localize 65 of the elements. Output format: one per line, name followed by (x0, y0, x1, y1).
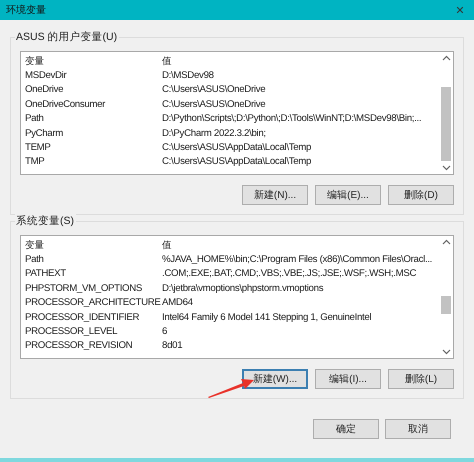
variable-name: PROCESSOR_LEVEL (24, 326, 118, 338)
variable-value: D:\PyCharm 2022.3.2\bin; (162, 128, 266, 139)
variable-row[interactable]: PROCESSOR_IDENTIFIER Intel64 Family 6 Model 141 Stepping 1, GenuineIntel (21, 310, 439, 324)
variable-value: D:\MSDev98 (162, 70, 214, 82)
variable-value: 6 (162, 326, 168, 338)
scroll-thumb[interactable] (441, 296, 451, 314)
variable-value: 8d01 (162, 340, 182, 352)
close-button[interactable]: ✕ (446, 0, 474, 20)
variable-value: C:\Users\ASUS\AppData\Local\Temp (162, 156, 312, 168)
variable-value: C:\Users\ASUS\OneDrive (162, 98, 266, 110)
variable-row[interactable]: PATHEXT .COM;.EXE;.BAT;.CMD;.VBS;.VBE;.JS;.JSE;.WSF;.WSH;.MSC (21, 266, 439, 282)
dialog-button[interactable]: 编辑(E)... (315, 185, 381, 205)
dialog-button[interactable]: 确定 (313, 419, 379, 439)
scroll-down-icon[interactable] (442, 349, 450, 355)
variable-name: PROCESSOR_IDENTIFIER (24, 312, 140, 323)
variable-value: D:\jetbra\vmoptions\phpstorm.vmoptions (162, 282, 324, 294)
variable-value: %JAVA_HOME%\bin;C:\Program Files (x86)\Common Files\Oracl... (162, 254, 432, 266)
variable-row[interactable]: PROCESSOR_LEVEL 6 (21, 324, 439, 339)
dialog-button[interactable]: 取消 (385, 419, 451, 439)
variable-name: PHPSTORM_VM_OPTIONS (24, 282, 143, 294)
variable-value: C:\Users\ASUS\OneDrive (162, 84, 266, 96)
arrow-annotation (207, 377, 255, 399)
dialog-button[interactable]: 编辑(I)... (315, 369, 381, 389)
scroll-up-icon[interactable] (442, 55, 450, 61)
dialog-button[interactable]: 删除(L) (388, 369, 454, 389)
variable-value: C:\Users\ASUS\AppData\Local\Temp (162, 142, 312, 154)
variable-row[interactable]: PROCESSOR_ARCHITECTUREAMD64 (21, 296, 439, 310)
variable-row[interactable]: TMP C:\Users\ASUS\AppData\Local\Temp (21, 154, 439, 170)
variable-row[interactable]: PROCESSOR_REVISION 8d01 (21, 338, 439, 354)
dialog-button[interactable]: 新建(W)... (242, 369, 308, 389)
variable-name: Path (24, 113, 45, 124)
variable-row[interactable]: Path D:\Python\Scripts\;D:\Python\;D:\Tools\WinNT;D:\MSDev98\Bin;... (21, 112, 439, 126)
variable-name: PROCESSOR_REVISION (24, 340, 134, 352)
group-label: ASUS 的用户变量(U) (15, 30, 120, 44)
column-header[interactable]: 值 (162, 238, 172, 252)
variable-name: Path (24, 254, 45, 266)
column-header[interactable]: 变量 (21, 54, 162, 68)
variable-name: PyCharm (24, 128, 64, 139)
variable-value: D:\Python\Scripts\;D:\Python\;D:\Tools\WinNT;D:\MSDev98\Bin;... (162, 113, 422, 124)
variable-row[interactable]: Path %JAVA_HOME%\bin;C:\Program Files (x86)\Common Files\Oracl... (21, 252, 439, 267)
column-header[interactable]: 值 (162, 54, 172, 68)
window-title: 环境变量 (6, 4, 46, 17)
group-label: 系统变量(S) (15, 214, 76, 228)
variable-name: PROCESSOR_ARCHITECTURE (24, 297, 162, 308)
variable-row[interactable]: OneDrive C:\Users\ASUS\OneDrive (21, 82, 439, 98)
variable-name: TMP (24, 156, 46, 168)
variable-name: TEMP (24, 142, 52, 154)
variable-value: .COM;.EXE;.BAT;.CMD;.VBS;.VBE;.JS;.JSE;.WSF;.WSH;.MSC (162, 268, 416, 280)
variable-name: MSDevDir (24, 70, 68, 82)
variable-row[interactable]: PHPSTORM_VM_OPTIONS D:\jetbra\vmoptions\phpstorm.vmoptions (21, 281, 439, 296)
variable-row[interactable]: TEMP C:\Users\ASUS\AppData\Local\Temp (21, 140, 439, 155)
variable-name: OneDriveConsumer (24, 98, 106, 110)
variable-name: PATHEXT (24, 268, 67, 280)
variable-row[interactable]: MSDevDir D:\MSDev98 (21, 68, 439, 83)
column-header[interactable]: 变量 (21, 238, 162, 252)
dialog-button[interactable]: 删除(D) (388, 185, 454, 205)
variable-row[interactable]: PyCharm D:\PyCharm 2022.3.2\bin; (21, 126, 439, 140)
scroll-down-icon[interactable] (442, 165, 450, 171)
dialog-button[interactable]: 新建(N)... (242, 185, 308, 205)
variable-value: Intel64 Family 6 Model 141 Stepping 1, GenuineIntel (162, 312, 372, 323)
scroll-thumb[interactable] (441, 87, 451, 161)
scroll-up-icon[interactable] (442, 239, 450, 245)
variable-row[interactable]: OneDriveConsumer C:\Users\ASUS\OneDrive (21, 97, 439, 112)
variable-value: AMD64 (162, 297, 193, 308)
variable-name: OneDrive (24, 84, 64, 96)
